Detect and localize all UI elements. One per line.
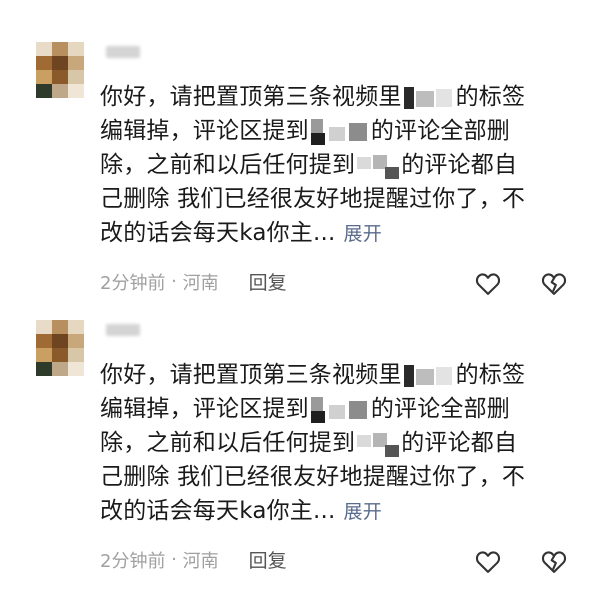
- broken-heart-icon[interactable]: [540, 270, 568, 298]
- expand-link[interactable]: 展开: [344, 501, 382, 523]
- expand-link[interactable]: 展开: [344, 223, 382, 245]
- reply-button[interactable]: 回复: [249, 546, 287, 573]
- comment-line: 编辑掉，评论区提到 的评论全部删: [100, 118, 511, 145]
- avatar[interactable]: [36, 42, 84, 98]
- comment-meta: 2分钟前 · 河南 回复: [100, 268, 287, 295]
- comment-meta: 2分钟前 · 河南 回复: [100, 546, 287, 573]
- censor-mosaic: [310, 396, 369, 423]
- censor-mosaic: [310, 118, 369, 145]
- comment-location: 河南: [182, 550, 219, 572]
- censor-mosaic: [403, 85, 454, 111]
- comment-line: 己删除 我们已经很友好地提醒过你了，不: [100, 186, 526, 212]
- comment-line: 编辑掉，评论区提到 的评论全部删: [100, 396, 511, 423]
- heart-outline-icon[interactable]: [474, 270, 502, 298]
- reply-button[interactable]: 回复: [249, 268, 287, 295]
- meta-separator: ·: [165, 271, 183, 292]
- meta-separator: ·: [165, 549, 183, 570]
- comment-item: 你好，请把置顶第三条视频里 的标签 编辑掉，评论区提到 的评论全部删 除，之前和以后…: [0, 42, 600, 312]
- comment-line: 己删除 我们已经很友好地提醒过你了，不: [100, 464, 526, 490]
- comment-line: 除，之前和以后任何提到 的评论都自: [100, 152, 518, 179]
- username-blurred[interactable]: [106, 324, 140, 336]
- comment-line: 你好，请把置顶第三条视频里 的标签: [100, 362, 526, 389]
- comment-line: 你好，请把置顶第三条视频里 的标签: [100, 84, 526, 111]
- censor-mosaic: [357, 153, 400, 179]
- avatar[interactable]: [36, 320, 84, 376]
- comment-line: 除，之前和以后任何提到 的评论都自: [100, 430, 518, 457]
- comment-location: 河南: [182, 272, 219, 294]
- comment-text: 你好，请把置顶第三条视频里 的标签 编辑掉，评论区提到 的评论全部删 除，之前和以后…: [100, 358, 570, 528]
- username-blurred[interactable]: [106, 46, 140, 58]
- comment-time: 2分钟前: [100, 272, 166, 294]
- censor-mosaic: [357, 431, 400, 457]
- heart-outline-icon[interactable]: [474, 548, 502, 576]
- broken-heart-icon[interactable]: [540, 548, 568, 576]
- comment-item: 你好，请把置顶第三条视频里 的标签 编辑掉，评论区提到 的评论全部删 除，之前和以后…: [0, 320, 600, 590]
- comment-time: 2分钟前: [100, 550, 166, 572]
- censor-mosaic: [403, 363, 454, 389]
- comment-text: 你好，请把置顶第三条视频里 的标签 编辑掉，评论区提到 的评论全部删 除，之前和以后…: [100, 80, 570, 250]
- comment-line: 改的话会每天ka你主... 展开: [100, 498, 382, 524]
- comment-line: 改的话会每天ka你主... 展开: [100, 220, 382, 246]
